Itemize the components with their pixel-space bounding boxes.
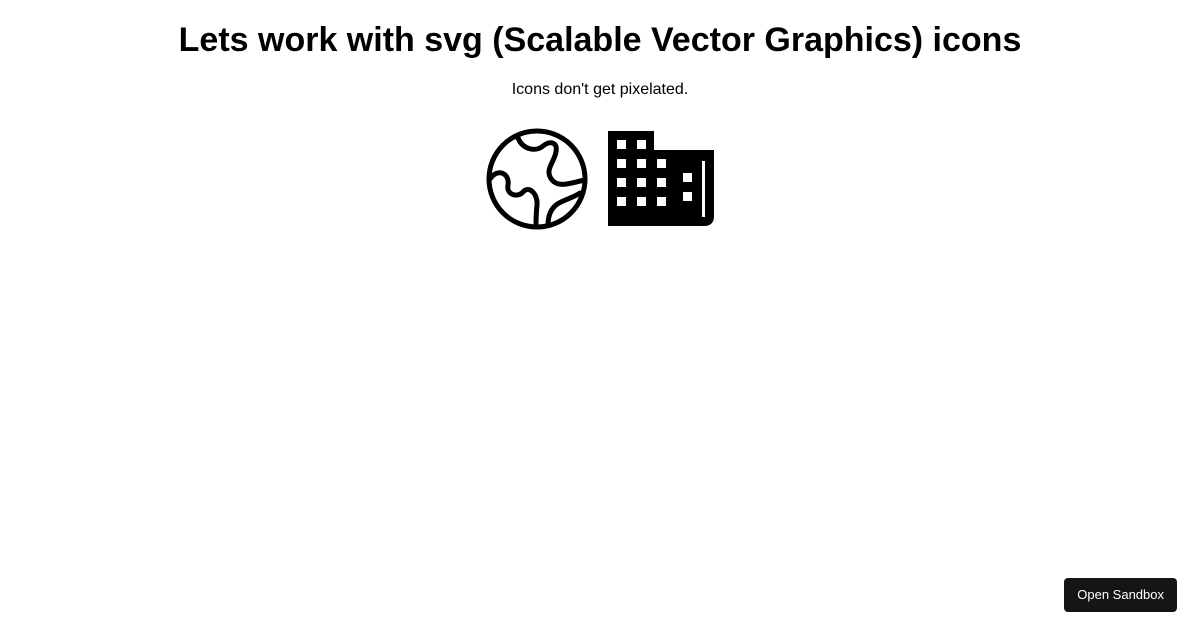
open-sandbox-button[interactable]: Open Sandbox [1064, 578, 1177, 612]
page-subtitle: Icons don't get pixelated. [511, 81, 689, 98]
page-title: Lets work with svg (Scalable Vector Grap… [178, 21, 1022, 59]
icon-row [0, 128, 1200, 230]
page: Lets work with svg (Scalable Vector Grap… [0, 0, 1200, 630]
globe-icon [486, 128, 588, 230]
building-icon [608, 131, 714, 226]
